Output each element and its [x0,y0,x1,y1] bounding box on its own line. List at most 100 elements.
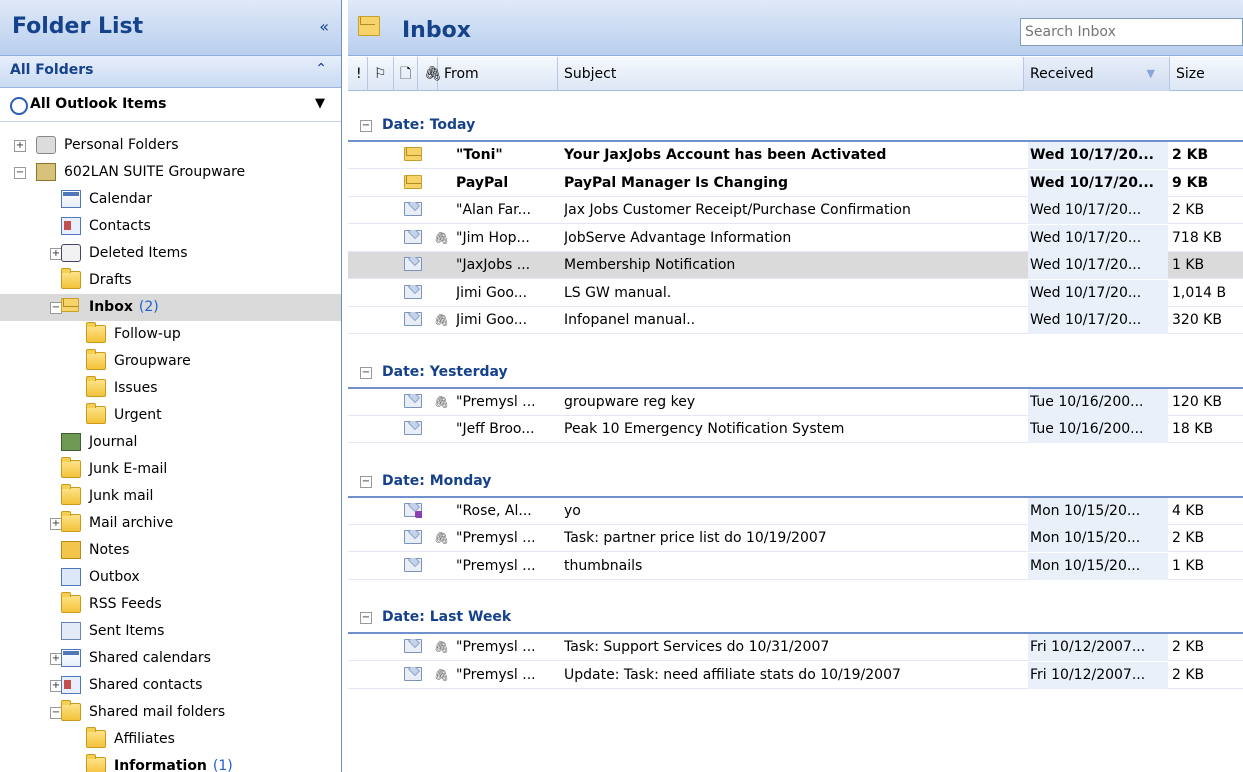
message-row[interactable]: Jimi Goo... LS GW manual. Wed 10/17/20... 1… [348,279,1243,307]
group-header[interactable]: − Date: Last Week [348,600,1243,634]
folder-tree-item[interactable]: Contacts [0,213,341,240]
group-header[interactable]: − Date: Today [348,108,1243,142]
importance-column-header[interactable]: ! [348,57,368,91]
received-cell: Wed 10/17/20... [1028,252,1168,279]
folder-tree-item[interactable]: Sent Items [0,618,341,645]
message-row[interactable]: PayPal PayPal Manager Is Changing Wed 10/1… [348,169,1243,197]
folder-label: Contacts [89,218,151,234]
icon-column-header[interactable]: 🗋 [394,57,418,91]
folder-list-header: Folder List « [0,0,341,56]
from-column-header[interactable]: From [438,57,558,91]
folder-label: Follow-up [114,326,181,342]
folder-tree-item[interactable]: + Shared calendars [0,645,341,672]
inbox-icon [358,16,380,36]
folder-icon [86,754,106,772]
folder-tree-item[interactable]: Drafts [0,267,341,294]
folder-item-label: Inbox (2) [89,294,159,321]
received-cell: Wed 10/17/20... [1028,279,1168,307]
folder-tree-item[interactable]: + Shared contacts [0,672,341,699]
folder-tree-item[interactable]: Junk E-mail [0,456,341,483]
message-icon-cell [404,147,422,162]
folder-item-label: Journal [89,429,137,456]
folder-tree-item[interactable]: − Inbox (2) [0,294,341,321]
folder-tree-item[interactable]: Groupware [0,348,341,375]
all-folders-bar[interactable]: All Folders ⌃ [0,56,341,88]
group-label: Date: Last Week [382,609,512,625]
folder-label: Deleted Items [89,245,188,261]
folder-tree-item[interactable]: Outbox [0,564,341,591]
subject-column-header[interactable]: Subject [558,57,1024,91]
message-row[interactable]: "JaxJobs ... Membership Notification Wed 1… [348,252,1243,279]
inbox-title: Inbox [402,18,471,43]
message-row[interactable]: 🖇 "Premysl ... Update: Task: need affiliat… [348,661,1243,689]
message-row[interactable]: "Premysl ... thumbnails Mon 10/15/20... 1 K… [348,552,1243,580]
folder-label: Affiliates [114,731,175,747]
group-header[interactable]: − Date: Monday [348,464,1243,498]
message-row[interactable]: 🖇 "Jim Hop... JobServe Advantage Informati… [348,224,1243,252]
folder-tree-item[interactable]: − 602LAN SUITE Groupware [0,159,341,186]
search-inbox-input[interactable] [1020,18,1243,46]
attachment-column-header[interactable]: 🖇 [418,57,442,91]
chevron-up-icon[interactable]: ⌃ [315,61,327,77]
collapse-group-icon[interactable]: − [360,366,372,379]
size-cell: 718 KB [1172,229,1222,246]
folder-tree-item[interactable]: Notes [0,537,341,564]
from-cell: Jimi Goo... [456,312,528,328]
folder-label: Mail archive [89,515,174,531]
collapse-icon[interactable]: − [14,167,26,179]
received-cell: Mon 10/15/20... [1028,525,1168,552]
collapse-pane-icon[interactable]: « [319,17,329,36]
size-cell: 1,014 B [1172,284,1227,301]
folder-tree-item[interactable]: Journal [0,429,341,456]
folder-tree-item[interactable]: Information (1) [0,753,341,772]
folder-item-label: Information (1) [114,753,233,772]
message-row[interactable]: 🖇 "Premysl ... Task: partner price list do… [348,525,1243,552]
group-header[interactable]: − Date: Yesterday [348,355,1243,389]
collapse-group-icon[interactable]: − [360,475,372,488]
subject-cell: yo [564,502,581,519]
message-row[interactable]: "Jeff Broo... Peak 10 Emergency Notificat… [348,416,1243,443]
folder-tree-item[interactable]: + Deleted Items [0,240,341,267]
message-row[interactable]: "Toni" Your JaxJobs Account has been Acti… [348,142,1243,169]
folder-tree-item[interactable]: − Shared mail folders [0,699,341,726]
message-row[interactable]: 🖇 Jimi Goo... Infopanel manual.. Wed 10/17/… [348,307,1243,334]
folder-item-label: Drafts [89,267,132,294]
subject-cell: thumbnails [564,557,643,574]
message-icon-cell [404,284,422,300]
folder-tree-item[interactable]: RSS Feeds [0,591,341,618]
folder-item-label: Calendar [89,186,152,213]
size-cell: 9 KB [1172,174,1209,191]
folder-tree-item[interactable]: Urgent [0,402,341,429]
from-cell: "JaxJobs ... [456,257,531,273]
folder-tree-item[interactable]: Follow-up [0,321,341,348]
unread-envelope-icon [404,174,422,189]
collapse-group-icon[interactable]: − [360,120,372,132]
message-row[interactable]: 🖇 "Premysl ... Task: Support Services do 1… [348,634,1243,661]
subject-cell: LS GW manual. [564,284,672,301]
attachment-icon: 🖇 [434,667,450,682]
size-cell: 2 KB [1172,147,1209,163]
expand-icon[interactable]: + [14,140,26,152]
message-icon-cell [404,557,422,573]
folder-tree-item[interactable]: + Personal Folders [0,132,341,159]
collapse-group-icon[interactable]: − [360,612,372,624]
folder-tree-item[interactable]: Calendar [0,186,341,213]
received-column-header[interactable]: Received ▼ [1024,57,1170,91]
folder-tree-item[interactable]: Issues [0,375,341,402]
subject-cell: Infopanel manual.. [564,312,696,328]
message-row[interactable]: 🖇 "Premysl ... groupware reg key Tue 10/16/… [348,388,1243,416]
message-row[interactable]: "Rose, Al... yo Mon 10/15/20... 4 KB [348,497,1243,525]
attachment-icon: 🖇 [434,640,450,654]
folder-tree-item[interactable]: + Mail archive [0,510,341,537]
dropdown-arrow-icon[interactable]: ▼ [315,96,325,111]
read-envelope-icon [404,639,422,653]
size-column-header[interactable]: Size [1170,57,1243,91]
all-outlook-items-dropdown[interactable]: All Outlook Items ▼ [0,88,341,122]
received-cell: Fri 10/12/2007... [1028,634,1168,661]
reminder-column-header[interactable]: ⚐ [368,57,394,91]
folder-tree-item[interactable]: Affiliates [0,726,341,753]
message-row[interactable]: "Alan Far... Jax Jobs Customer Receipt/Pu… [348,197,1243,224]
folder-label: Personal Folders [64,137,179,153]
folder-tree-item[interactable]: Junk mail [0,483,341,510]
received-cell: Mon 10/15/20... [1028,552,1168,580]
